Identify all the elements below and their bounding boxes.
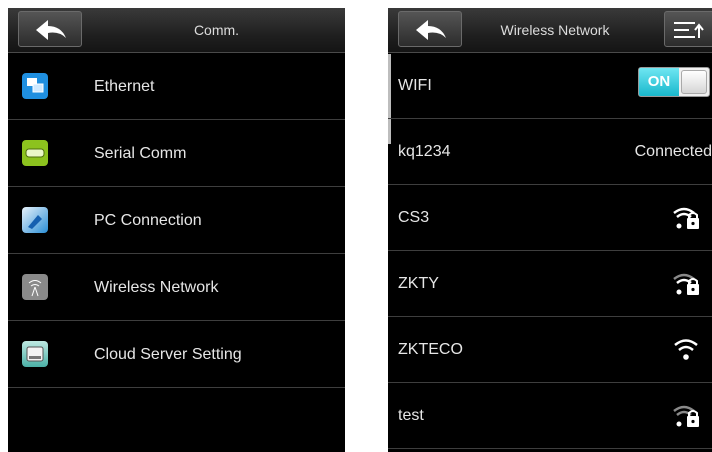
comm-screen: Comm. Ethernet Serial Comm PC Connection…: [8, 8, 345, 452]
pc-connection-icon: [22, 207, 48, 233]
comm-menu-list: Ethernet Serial Comm PC Connection Wirel…: [8, 53, 345, 388]
ethernet-icon: [22, 73, 48, 99]
network-item-test[interactable]: test: [388, 383, 712, 449]
page-title: Wireless Network: [500, 22, 610, 38]
wireless-network-icon: [22, 274, 48, 300]
menu-item-ethernet[interactable]: Ethernet: [8, 53, 345, 120]
network-list: WIFI ON kq1234 Connected CS3 ZKTY ZKTECO…: [388, 53, 712, 449]
network-ssid: test: [398, 407, 424, 424]
menu-item-label: PC Connection: [94, 212, 202, 229]
menu-item-cloud-server-setting[interactable]: Cloud Server Setting: [8, 321, 345, 388]
header-bar: Comm.: [8, 8, 345, 53]
serial-comm-icon: [22, 140, 48, 166]
back-arrow-icon: [36, 20, 66, 40]
menu-item-label: Wireless Network: [94, 279, 219, 296]
menu-button[interactable]: [664, 11, 712, 47]
network-status: Connected: [634, 143, 712, 160]
menu-item-label: Serial Comm: [94, 145, 187, 162]
wireless-network-screen: Wireless Network WIFI ON kq1234 Connecte…: [388, 8, 712, 452]
back-button[interactable]: [398, 11, 462, 47]
wifi-label: WIFI: [398, 77, 432, 94]
network-item-zkty[interactable]: ZKTY: [388, 251, 712, 317]
page-title: Comm.: [193, 22, 240, 38]
back-button[interactable]: [18, 11, 82, 47]
network-ssid: ZKTECO: [398, 341, 463, 358]
menu-item-label: Ethernet: [94, 78, 155, 95]
wifi-locked-icon: [673, 273, 699, 295]
menu-item-label: Cloud Server Setting: [94, 346, 242, 363]
network-item-kq1234[interactable]: kq1234 Connected: [388, 119, 712, 185]
wifi-locked-icon: [673, 405, 699, 427]
wifi-toggle[interactable]: ON: [638, 67, 710, 97]
back-arrow-icon: [416, 20, 446, 40]
cloud-server-icon: [22, 341, 48, 367]
menu-item-serial-comm[interactable]: Serial Comm: [8, 120, 345, 187]
network-ssid: CS3: [398, 209, 430, 226]
menu-item-pc-connection[interactable]: PC Connection: [8, 187, 345, 254]
header-bar: Wireless Network: [388, 8, 712, 53]
wifi-toggle-row: WIFI ON: [388, 53, 712, 119]
toggle-knob: [681, 70, 707, 94]
toggle-state-label: ON: [639, 68, 679, 96]
wifi-locked-icon: [673, 207, 699, 229]
network-ssid: kq1234: [398, 143, 451, 160]
wifi-icon: [674, 339, 698, 360]
menu-item-wireless-network[interactable]: Wireless Network: [8, 254, 345, 321]
network-item-zkteco[interactable]: ZKTECO: [388, 317, 712, 383]
network-item-cs3[interactable]: CS3: [388, 185, 712, 251]
network-ssid: ZKTY: [398, 275, 439, 292]
menu-sort-icon: [674, 22, 704, 38]
